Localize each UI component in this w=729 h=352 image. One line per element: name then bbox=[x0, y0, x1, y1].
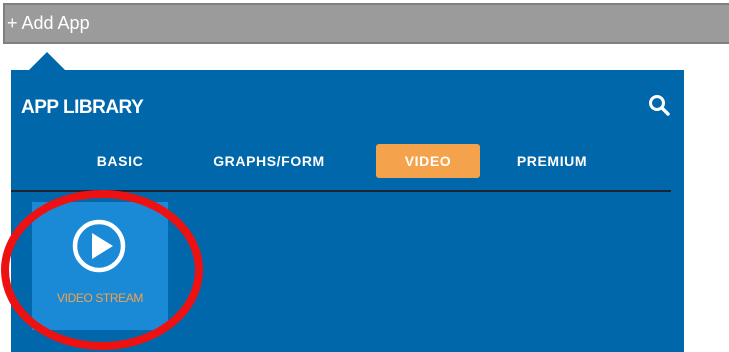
popover-caret bbox=[28, 52, 66, 71]
tab-premium[interactable]: PREMIUM bbox=[500, 144, 604, 178]
add-app-button[interactable]: + Add App bbox=[3, 3, 729, 44]
tab-video[interactable]: VIDEO bbox=[376, 144, 480, 178]
play-circle-icon bbox=[72, 219, 126, 273]
tab-graphs-form[interactable]: GRAPHS/FORM bbox=[201, 144, 337, 178]
category-tabs: BASIC GRAPHS/FORM VIDEO PREMIUM bbox=[11, 144, 684, 178]
search-icon[interactable] bbox=[648, 94, 670, 116]
tab-basic[interactable]: BASIC bbox=[85, 144, 155, 178]
app-tile-video-stream[interactable]: VIDEO STREAM bbox=[32, 202, 168, 330]
app-library-title: APP LIBRARY bbox=[21, 97, 144, 118]
app-library-panel: APP LIBRARY BASIC GRAPHS/FORM VIDEO PREM… bbox=[11, 70, 684, 352]
tabs-divider bbox=[11, 190, 671, 192]
app-tile-label: VIDEO STREAM bbox=[57, 291, 143, 305]
